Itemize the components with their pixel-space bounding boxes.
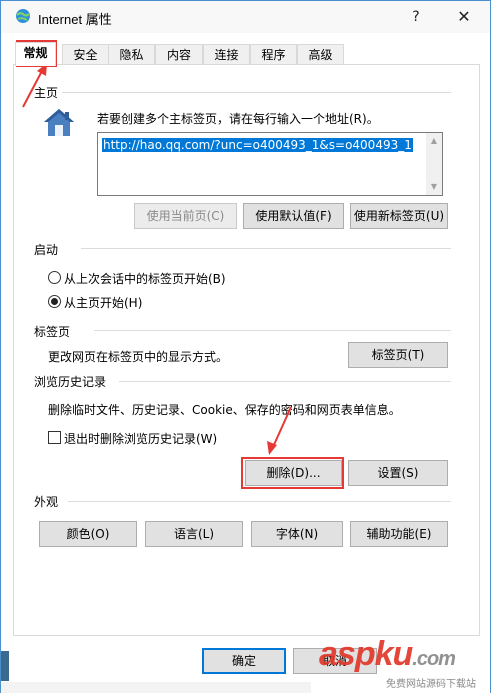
internet-globe-icon — [16, 9, 30, 23]
textarea-scrollbar[interactable]: ▲ ▼ — [426, 133, 442, 195]
tab-general[interactable]: 常规 — [15, 42, 56, 66]
tab-content[interactable]: 内容 — [155, 44, 203, 65]
radio-last-session-label: 从上次会话中的标签页开始(B) — [64, 272, 226, 286]
use-default-button[interactable]: 使用默认值(F) — [243, 203, 344, 229]
accessibility-button[interactable]: 辅助功能(E) — [350, 521, 448, 547]
fonts-button[interactable]: 字体(N) — [251, 521, 343, 547]
tabs-divider — [94, 330, 451, 331]
scroll-up-icon[interactable]: ▲ — [426, 133, 442, 149]
colors-button[interactable]: 颜色(O) — [39, 521, 137, 547]
delete-on-exit-checkbox[interactable] — [48, 431, 61, 444]
watermark-subtitle: 免费网站源码下载站 — [386, 679, 476, 690]
tabs-section-label: 标签页 — [34, 323, 75, 340]
history-section-label: 浏览历史记录 — [34, 373, 111, 390]
radio-homepage-label: 从主页开始(H) — [64, 296, 143, 310]
scroll-down-icon[interactable]: ▼ — [426, 179, 442, 195]
history-description: 删除临时文件、历史记录、Cookie、保存的密码和网页表单信息。 — [48, 403, 401, 417]
delete-history-button[interactable]: 删除(D)... — [245, 460, 342, 486]
background-taskbar-strip — [1, 682, 311, 693]
window-title: Internet 属性 — [38, 12, 112, 27]
radio-last-session[interactable] — [48, 271, 61, 284]
history-settings-button[interactable]: 设置(S) — [348, 460, 448, 486]
history-divider — [119, 381, 451, 382]
homepage-divider — [59, 92, 451, 93]
tab-connections[interactable]: 连接 — [203, 44, 250, 65]
tabs-button[interactable]: 标签页(T) — [348, 342, 448, 368]
background-window-edge — [1, 651, 9, 681]
use-current-button[interactable]: 使用当前页(C) — [134, 203, 237, 229]
appearance-divider — [68, 501, 451, 502]
title-bar: Internet 属性 ? ✕ — [1, 1, 490, 33]
help-button[interactable]: ? — [393, 1, 439, 33]
tab-advanced[interactable]: 高级 — [297, 44, 344, 65]
ok-button[interactable]: 确定 — [202, 648, 286, 674]
tab-programs[interactable]: 程序 — [250, 44, 297, 65]
appearance-section-label: 外观 — [34, 493, 63, 510]
use-new-tab-button[interactable]: 使用新标签页(U) — [350, 203, 448, 229]
tab-privacy[interactable]: 隐私 — [108, 44, 155, 65]
startup-section-label: 启动 — [34, 241, 63, 258]
languages-button[interactable]: 语言(L) — [145, 521, 243, 547]
house-icon — [44, 109, 74, 136]
startup-divider — [81, 248, 451, 249]
homepage-section-label: 主页 — [34, 84, 63, 101]
tab-strip: 常规 安全 隐私 内容 连接 程序 高级 — [15, 42, 480, 66]
watermark-logo: aspku.com — [319, 635, 456, 673]
close-button[interactable]: ✕ — [441, 1, 487, 33]
homepage-url-textarea[interactable]: http://hao.qq.com/?unc=o400493_1&s=o4004… — [97, 132, 443, 196]
radio-homepage[interactable] — [48, 295, 61, 308]
internet-properties-dialog: Internet 属性 ? ✕ 常规 安全 隐私 内容 连接 程序 高级 主页 … — [0, 0, 491, 693]
delete-on-exit-label: 退出时删除浏览历史记录(W) — [64, 432, 218, 446]
homepage-description: 若要创建多个主标签页，请在每行输入一个地址(R)。 — [97, 112, 379, 126]
tab-security[interactable]: 安全 — [62, 44, 109, 65]
homepage-url-text: http://hao.qq.com/?unc=o400493_1&s=o4004… — [102, 138, 413, 152]
tabs-description: 更改网页在标签页中的显示方式。 — [48, 350, 229, 364]
